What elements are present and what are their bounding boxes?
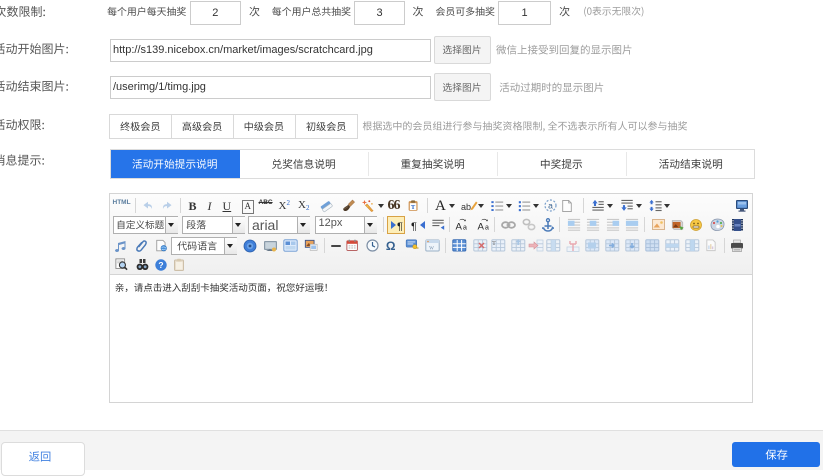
svg-text:T: T <box>492 240 496 247</box>
svg-text:T: T <box>410 203 415 210</box>
svg-text:a: a <box>548 201 553 211</box>
svg-text:A: A <box>477 221 484 232</box>
svg-text:a: a <box>462 224 466 231</box>
svg-text:ab: ab <box>461 202 471 212</box>
svg-text:?: ? <box>159 260 164 270</box>
svg-text:¶: ¶ <box>411 221 417 231</box>
svg-text:a: a <box>484 224 488 231</box>
svg-text:A: A <box>455 221 462 232</box>
svg-text:¶: ¶ <box>397 221 403 231</box>
